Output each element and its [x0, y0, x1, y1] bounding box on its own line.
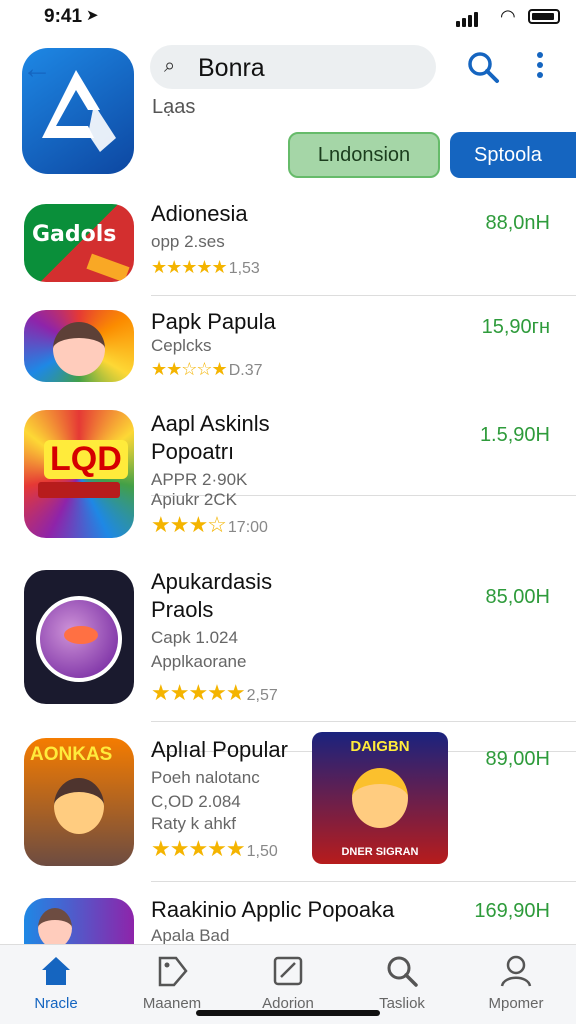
- list-item[interactable]: Gadols Adionesia opp 2.ses ★★★★★ 1,53 88,…: [0, 196, 576, 296]
- tab-label: Nracle: [34, 995, 78, 1012]
- tag-icon: [122, 953, 222, 989]
- more-options-icon[interactable]: [530, 48, 550, 84]
- search-icon: ⌕: [164, 55, 176, 77]
- wifi-icon: ◠: [500, 6, 516, 26]
- app-price: 1.5,90H: [479, 424, 550, 446]
- app-price: 85,00H: [485, 586, 551, 608]
- app-meta: Ceplcks: [151, 336, 212, 355]
- person-icon: [466, 953, 566, 989]
- edit-icon: [238, 953, 338, 989]
- tab-profile[interactable]: Mpomer: [466, 953, 566, 1012]
- rating-count: 2,57: [246, 687, 278, 704]
- status-bar: 9:41 ➤ ◠: [0, 0, 576, 34]
- app-icon: [24, 570, 134, 704]
- app-meta-2: Apiukr 2CK: [151, 490, 237, 509]
- rating-stars: ★★☆☆★ D.37: [151, 359, 263, 379]
- rating-stars: ★★★☆ 17:00: [151, 512, 268, 537]
- page-subtitle: Lạas: [152, 96, 196, 118]
- app-name: Raakinio Applic Popoaka: [151, 897, 395, 922]
- battery-icon: [528, 9, 560, 24]
- app-icon-text: AONKAS: [30, 744, 113, 765]
- app-price: 15,90гн: [481, 316, 550, 338]
- screenshot-caption: DNER SIGRAN: [341, 846, 419, 858]
- app-screenshot[interactable]: DAIGBN DNER SIGRAN: [312, 732, 448, 864]
- tab-maanem[interactable]: Maanem: [122, 953, 222, 1012]
- list-item[interactable]: Raakinio Applic Popoaka Apala Bad 169,90…: [0, 882, 576, 945]
- list-item[interactable]: AONKAS Aplıal Popular Poeh nalotanc C,OD…: [0, 722, 576, 882]
- app-icon: [24, 310, 134, 382]
- rating-stars: ★★★★★ 2,57: [151, 680, 278, 705]
- app-icon-text: Gadols: [32, 222, 117, 247]
- app-icon: LQD: [24, 410, 134, 538]
- app-name: Adionesia: [151, 201, 248, 226]
- rating-stars: ★★★★★ 1,53: [151, 257, 260, 277]
- app-name: Aplıal Popular: [151, 737, 288, 762]
- home-icon: [6, 953, 106, 989]
- app-meta: Apala Bad: [151, 926, 230, 945]
- list-item[interactable]: LQD Aapl Askinls Popoatrı ΑΡΡR 2·90K Api…: [0, 396, 576, 752]
- search-icon: [468, 52, 499, 83]
- location-arrow-icon: ➤: [86, 7, 99, 24]
- app-icon: AONKAS: [24, 738, 134, 866]
- tab-adorion[interactable]: Adorion: [238, 953, 338, 1012]
- app-meta: ΑΡΡR 2·90K: [151, 470, 248, 489]
- app-icon: Gadols: [24, 204, 134, 282]
- search-input[interactable]: Bonra: [198, 54, 265, 83]
- tab-home[interactable]: Nracle: [6, 953, 106, 1012]
- app-name: Papk Papula: [151, 309, 276, 334]
- signal-icon: [456, 9, 480, 27]
- app-name: Apukardasis Praols: [151, 569, 273, 622]
- app-name: Aapl Askinls Popoatrı: [151, 411, 270, 464]
- search-button[interactable]: [466, 50, 500, 89]
- status-time: 9:41: [44, 6, 83, 27]
- list-item[interactable]: Papk Papula Ceplcks ★★☆☆★ D.37 15,90гн: [0, 296, 576, 496]
- back-arrow-icon[interactable]: ←: [22, 52, 52, 86]
- app-meta: Poeh nalotanc: [151, 768, 260, 787]
- rating-stars: ★★★★★ 1,50: [151, 836, 278, 861]
- filter-chip-1[interactable]: Lndonsion: [288, 132, 440, 178]
- app-meta: Capk 1.024: [151, 628, 238, 647]
- app-price: 169,90H: [474, 900, 550, 922]
- rating-count: D.37: [228, 362, 263, 379]
- tab-label: Mpomer: [488, 995, 544, 1012]
- rating-count: 1,53: [228, 260, 260, 277]
- search-field[interactable]: ⌕ Bonra: [150, 45, 436, 89]
- app-meta-2: Applkaorane: [151, 652, 247, 671]
- list-item[interactable]: Apukardasis Praols Capk 1.024 Applkaoran…: [0, 552, 576, 722]
- search-icon: [352, 953, 452, 989]
- app-meta-3: Raty k ahkf: [151, 814, 237, 833]
- screenshot-title: DAIGBN: [350, 738, 410, 755]
- app-price: 89,00H: [485, 748, 551, 770]
- app-meta-2: C,OD 2.084: [151, 792, 241, 811]
- filter-chip-2[interactable]: Sptoola: [450, 132, 576, 178]
- app-icon-text: LQD: [44, 440, 128, 479]
- app-meta: opp 2.ses: [151, 232, 225, 251]
- app-icon: [24, 898, 134, 944]
- tab-search[interactable]: Tasliok: [352, 953, 452, 1012]
- rating-count: 1,50: [246, 843, 278, 860]
- home-indicator: [196, 1010, 380, 1016]
- rating-count: 17:00: [227, 519, 268, 536]
- app-price: 88,0nH: [485, 212, 551, 234]
